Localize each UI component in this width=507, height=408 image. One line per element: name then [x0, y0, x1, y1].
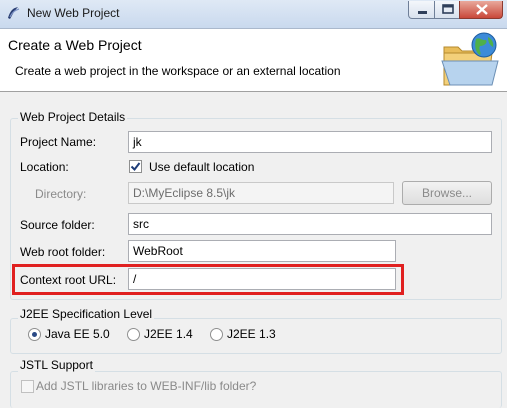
project-name-field[interactable]: jk	[128, 131, 492, 153]
directory-label: Directory:	[35, 187, 87, 201]
j2ee-1-4-radio[interactable]	[127, 328, 140, 341]
context-root-url-label: Context root URL:	[20, 273, 117, 287]
add-jstl-label: Add JSTL libraries to WEB-INF/lib folder…	[36, 379, 257, 393]
j2ee-1-4-label: J2EE 1.4	[144, 327, 193, 341]
close-button[interactable]	[459, 1, 503, 19]
source-folder-field[interactable]: src	[128, 213, 492, 235]
maximize-button[interactable]	[434, 1, 460, 19]
use-default-location-checkbox[interactable]	[129, 160, 142, 173]
minimize-icon	[418, 11, 427, 14]
use-default-location-label: Use default location	[149, 160, 255, 174]
window-title: New Web Project	[27, 6, 120, 20]
j2ee-spec-level-title: J2EE Specification Level	[18, 307, 155, 321]
java-ee-5-label: Java EE 5.0	[45, 327, 110, 341]
close-icon	[476, 4, 488, 15]
location-label: Location:	[20, 160, 69, 174]
radio-selected-dot	[32, 332, 37, 337]
jstl-support-title: JSTL Support	[18, 358, 95, 372]
minimize-button[interactable]	[408, 1, 435, 19]
web-project-details-title: Web Project Details	[18, 110, 128, 124]
project-name-label: Project Name:	[20, 135, 97, 149]
maximize-icon	[442, 4, 454, 14]
directory-field[interactable]: D:\MyEclipse 8.5\jk	[128, 182, 394, 204]
j2ee-1-3-label: J2EE 1.3	[227, 327, 276, 341]
context-root-url-field[interactable]: /	[128, 268, 396, 290]
web-project-folder-globe-icon	[441, 32, 499, 86]
java-ee-5-radio[interactable]	[28, 328, 41, 341]
header-banner: Create a Web Project Create a web projec…	[0, 29, 507, 92]
web-root-folder-field[interactable]: WebRoot	[128, 240, 396, 262]
checkmark-icon	[130, 162, 141, 172]
myeclipse-app-icon	[8, 7, 20, 19]
browse-button[interactable]: Browse...	[402, 181, 492, 205]
title-bar[interactable]: New Web Project	[0, 0, 507, 29]
source-folder-label: Source folder:	[20, 218, 95, 232]
j2ee-1-3-radio[interactable]	[210, 328, 223, 341]
add-jstl-checkbox[interactable]	[21, 380, 34, 393]
page-title: Create a Web Project	[8, 37, 142, 53]
page-description: Create a web project in the workspace or…	[15, 64, 341, 78]
web-root-folder-label: Web root folder:	[20, 245, 106, 259]
